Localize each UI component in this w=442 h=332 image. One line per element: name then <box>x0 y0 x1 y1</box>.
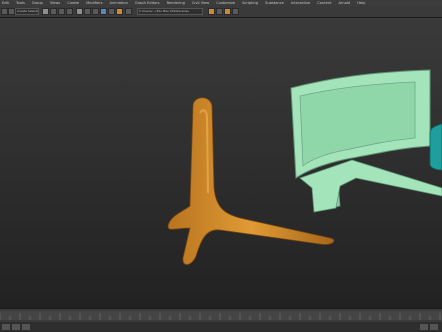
window-crossing-icon[interactable] <box>66 8 73 15</box>
render-setup-icon[interactable] <box>208 8 215 15</box>
render-production-icon[interactable] <box>232 8 239 15</box>
perspective-viewport[interactable] <box>0 18 442 308</box>
rotate-icon[interactable] <box>84 8 91 15</box>
project-path-field[interactable]: C:/Users/.../3ds Max 2020/scenes <box>137 8 203 15</box>
maxscript-icon[interactable] <box>2 324 10 330</box>
select-by-name-icon[interactable] <box>50 8 57 15</box>
timeline-ticks <box>0 313 441 320</box>
angle-snap-icon[interactable] <box>108 8 115 15</box>
play-icon[interactable] <box>420 324 428 330</box>
main-toolbar: Create Selection Se C:/Users/.../3ds Max… <box>0 6 442 18</box>
snap-icon[interactable] <box>100 8 107 15</box>
align-icon[interactable] <box>125 8 132 15</box>
scale-icon[interactable] <box>92 8 99 15</box>
lock-selection-icon[interactable] <box>12 324 20 330</box>
select-icon[interactable] <box>42 8 49 15</box>
render-frame-icon[interactable] <box>216 8 223 15</box>
redo-icon[interactable] <box>8 8 15 15</box>
cylinder-object[interactable] <box>429 123 442 171</box>
viewport-background <box>0 18 442 308</box>
mirror-icon[interactable] <box>116 8 123 15</box>
render-icon[interactable] <box>224 8 231 15</box>
undo-icon[interactable] <box>1 8 8 15</box>
key-mode-icon[interactable] <box>22 324 30 330</box>
selection-set-dropdown[interactable]: Create Selection Se <box>15 8 39 15</box>
timeline <box>0 308 442 332</box>
move-icon[interactable] <box>76 8 83 15</box>
next-frame-icon[interactable] <box>430 324 438 330</box>
rect-selection-icon[interactable] <box>58 8 65 15</box>
